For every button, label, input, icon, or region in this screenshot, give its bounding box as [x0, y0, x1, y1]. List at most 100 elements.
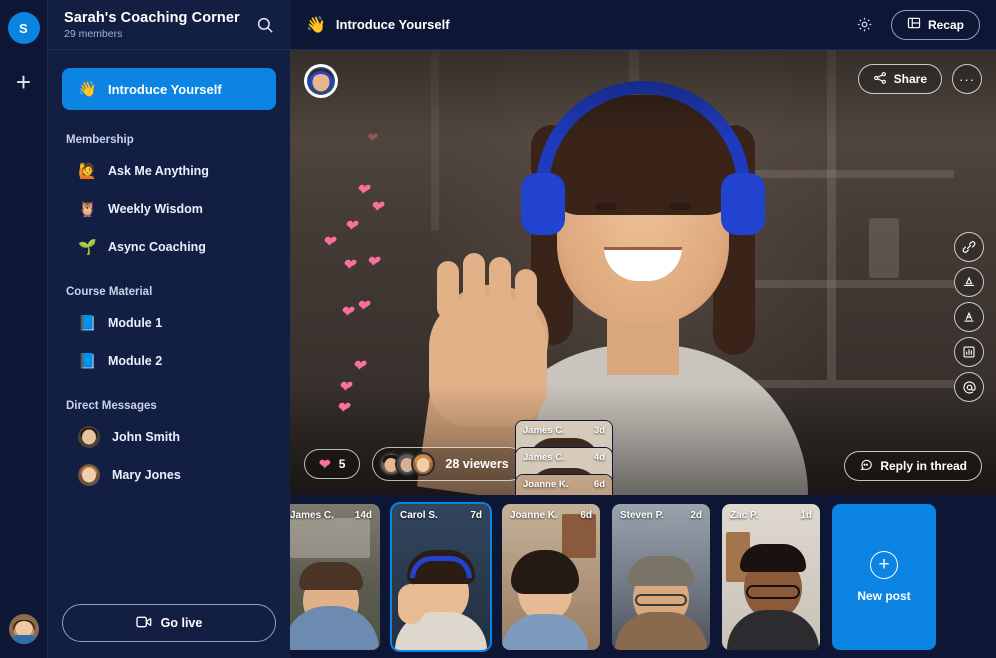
post-filmstrip[interactable]: James C. 14d Carol S. 7d Joanne K. 6d St… — [290, 495, 996, 658]
card-author: Joanne K. — [523, 479, 569, 490]
sidebar-item-john-smith[interactable]: John Smith — [62, 418, 276, 456]
go-live-button[interactable]: Go live — [62, 604, 276, 642]
reaction-count: 5 — [338, 457, 346, 471]
workspace-rail: S + — [0, 0, 48, 658]
card-author: James C. — [523, 425, 565, 436]
sidebar-group-course-material-title: Course Material — [66, 286, 153, 298]
new-post-button[interactable]: + New post — [832, 503, 936, 650]
card-timestamp: 6d — [580, 509, 592, 521]
more-options-button[interactable]: ··· — [952, 64, 982, 94]
main-content: 👋 Introduce Yourself Recap ❤ ❤ ❤ ❤ ❤ ❤ ❤… — [290, 0, 996, 658]
wave-icon: 👋 — [306, 16, 326, 34]
sidebar-item-label: Async Coaching — [108, 240, 206, 254]
card-author: Carol S. — [400, 509, 438, 521]
gear-icon[interactable] — [856, 16, 873, 33]
card-timestamp: 2d — [690, 509, 702, 521]
sidebar-item-label: Module 1 — [108, 316, 163, 330]
avatar — [78, 426, 100, 448]
text-icon[interactable] — [954, 302, 984, 332]
sidebar-item-async-coaching[interactable]: 🌱 Async Coaching — [62, 228, 276, 266]
reply-label: Reply in thread — [880, 459, 967, 473]
card-timestamp: 6d — [593, 479, 605, 490]
card-timestamp: 7d — [470, 509, 482, 521]
video-camera-icon — [135, 615, 152, 632]
card-author: Steven P. — [620, 509, 664, 521]
search-icon[interactable] — [256, 16, 274, 34]
person-raising-hand-icon: 🙋 — [78, 162, 97, 180]
sidebar-item-label: Weekly Wisdom — [108, 202, 203, 216]
seedling-icon: 🌱 — [78, 238, 97, 256]
share-icon — [873, 71, 887, 88]
mention-icon[interactable] — [954, 372, 984, 402]
sidebar-item-ask-me-anything[interactable]: 🙋 Ask Me Anything — [62, 152, 276, 190]
sidebar-item-label: Ask Me Anything — [108, 164, 209, 178]
page-title: Introduce Yourself — [335, 17, 450, 32]
sidebar-nav: 👋 Introduce Yourself Membership 🙋 Ask Me… — [48, 50, 290, 604]
app-root: S + Sarah's Coaching Corner 29 members 👋 — [0, 0, 996, 658]
sticker-icon[interactable] — [954, 267, 984, 297]
post-card-carol-s[interactable]: Carol S. 7d — [390, 501, 492, 652]
recap-button[interactable]: Recap — [890, 9, 980, 40]
stage-author-avatar[interactable] — [304, 64, 338, 98]
avatar — [78, 464, 100, 486]
poll-icon[interactable] — [954, 337, 984, 367]
card-timestamp: 4d — [593, 452, 605, 463]
wave-icon: 👋 — [78, 80, 97, 98]
sidebar-item-label: Introduce Yourself — [108, 81, 222, 97]
viewers-button[interactable]: 28 viewers — [372, 447, 526, 481]
sidebar: Sarah's Coaching Corner 29 members 👋 Int… — [48, 0, 290, 658]
sidebar-item-mary-jones[interactable]: Mary Jones — [62, 456, 276, 494]
floating-card[interactable]: Joanne K. 6d — [515, 474, 613, 495]
card-author: James C. — [290, 509, 334, 521]
workspace-avatar[interactable]: S — [7, 12, 40, 44]
card-author: James C. — [523, 452, 565, 463]
book-icon: 📘 — [78, 352, 97, 370]
avatar-shirt — [9, 635, 38, 644]
go-live-label: Go live — [160, 616, 203, 630]
book-icon: 📘 — [78, 314, 97, 332]
channel-header: 👋 Introduce Yourself Recap — [290, 0, 996, 50]
card-timestamp: 14d — [354, 509, 372, 521]
sidebar-item-label: John Smith — [112, 430, 181, 444]
comment-icon — [859, 458, 873, 475]
stage-bottom-right: Reply in thread — [844, 451, 982, 481]
stage-top-actions: Share ··· — [857, 64, 982, 94]
sidebar-group-membership-title: Membership — [66, 134, 134, 146]
post-card-james-c[interactable]: James C. 14d — [290, 503, 380, 650]
viewers-label: 28 viewers — [445, 457, 509, 471]
current-user-avatar[interactable] — [8, 614, 39, 644]
plus-circle-icon: + — [870, 550, 898, 579]
post-card-zac-p[interactable]: Zac P. 1d — [722, 503, 820, 650]
share-button[interactable]: Share — [857, 64, 942, 94]
stage-tools-rail — [954, 232, 984, 402]
sidebar-item-module-2[interactable]: 📘 Module 2 — [62, 342, 276, 380]
post-card-steven-p[interactable]: Steven P. 2d — [612, 503, 710, 650]
video-stage[interactable]: ❤ ❤ ❤ ❤ ❤ ❤ ❤ ❤ ❤ ❤ ❤ ❤ Share ··· ❤ 5 28… — [290, 50, 996, 495]
card-author: Joanne K. — [510, 509, 558, 521]
heart-reaction-button[interactable]: ❤ 5 — [304, 449, 361, 479]
share-label: Share — [893, 72, 927, 86]
link-icon[interactable] — [954, 232, 984, 262]
sidebar-item-label: Mary Jones — [112, 468, 181, 482]
new-post-label: New post — [857, 588, 911, 603]
stage-bottom-left: ❤ 5 28 viewers — [304, 447, 526, 481]
post-card-joanne-k[interactable]: Joanne K. 6d — [502, 503, 600, 650]
sidebar-header: Sarah's Coaching Corner 29 members — [48, 0, 290, 50]
card-timestamp: 1d — [800, 509, 812, 521]
member-count: 29 members — [64, 27, 123, 40]
viewer-avatars — [379, 452, 436, 476]
add-workspace-button[interactable]: + — [8, 66, 40, 98]
sidebar-item-introduce-yourself[interactable]: 👋 Introduce Yourself — [62, 68, 276, 110]
card-author: Zac P. — [730, 509, 759, 521]
sidebar-header-text: Sarah's Coaching Corner 29 members — [64, 10, 240, 40]
sidebar-footer: Go live — [48, 604, 290, 658]
card-timestamp: 3d — [593, 425, 605, 436]
recap-label: Recap — [927, 17, 964, 32]
community-title: Sarah's Coaching Corner — [64, 9, 240, 26]
sidebar-item-weekly-wisdom[interactable]: 🦉 Weekly Wisdom — [62, 190, 276, 228]
reply-in-thread-button[interactable]: Reply in thread — [844, 451, 982, 481]
heart-icon: ❤ — [319, 456, 331, 472]
sidebar-item-module-1[interactable]: 📘 Module 1 — [62, 304, 276, 342]
